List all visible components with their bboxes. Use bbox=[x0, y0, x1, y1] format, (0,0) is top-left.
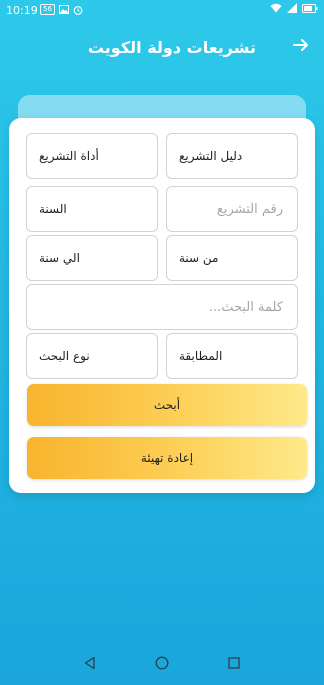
from-year-select[interactable]: من سنة bbox=[166, 235, 298, 281]
year-label: السنة bbox=[39, 202, 67, 216]
legislation-number-field[interactable] bbox=[166, 186, 298, 232]
arrow-right-icon[interactable] bbox=[292, 36, 310, 54]
page-title: تشريعات دولة الكويت bbox=[87, 38, 256, 57]
year-select[interactable]: السنة bbox=[26, 186, 158, 232]
image-icon bbox=[58, 5, 69, 14]
search-button-label: أبحث bbox=[153, 398, 181, 412]
match-select[interactable]: المطابقة bbox=[166, 333, 298, 379]
match-label: المطابقة bbox=[179, 349, 223, 363]
legislation-tool-select[interactable]: أداة التشريع bbox=[26, 133, 158, 179]
back-triangle-icon[interactable] bbox=[83, 656, 97, 670]
wifi-icon bbox=[270, 3, 282, 13]
battery-icon bbox=[302, 3, 318, 13]
to-year-label: الي سنة bbox=[39, 251, 80, 265]
status-time: 10:19 bbox=[6, 4, 38, 17]
search-word-input[interactable] bbox=[39, 298, 285, 316]
reset-button[interactable]: إعادة تهيئة bbox=[27, 437, 307, 479]
home-circle-icon[interactable] bbox=[155, 656, 169, 670]
legislation-guide-select[interactable]: دليل التشريع bbox=[166, 133, 298, 179]
system-nav-bar bbox=[0, 640, 324, 685]
signal-icon bbox=[287, 3, 297, 13]
notification-badge: 56 bbox=[40, 4, 55, 15]
search-type-select[interactable]: نوع البحث bbox=[26, 333, 158, 379]
legislation-guide-label: دليل التشريع bbox=[179, 149, 243, 163]
recents-square-icon[interactable] bbox=[227, 656, 241, 670]
search-form-card: دليل التشريع أداة التشريع السنة من سنة ا… bbox=[9, 118, 315, 493]
reset-button-label: إعادة تهيئة bbox=[140, 451, 194, 465]
alarm-icon bbox=[73, 5, 83, 15]
from-year-label: من سنة bbox=[179, 251, 219, 265]
legislation-number-input[interactable] bbox=[179, 200, 285, 218]
app-bar: تشريعات دولة الكويت bbox=[0, 28, 324, 70]
search-button[interactable]: أبحث bbox=[27, 384, 307, 426]
legislation-tool-label: أداة التشريع bbox=[39, 149, 99, 163]
search-type-label: نوع البحث bbox=[39, 349, 90, 363]
status-bar: 10:19 56 bbox=[0, 0, 324, 22]
search-word-field[interactable] bbox=[26, 284, 298, 330]
to-year-select[interactable]: الي سنة bbox=[26, 235, 158, 281]
